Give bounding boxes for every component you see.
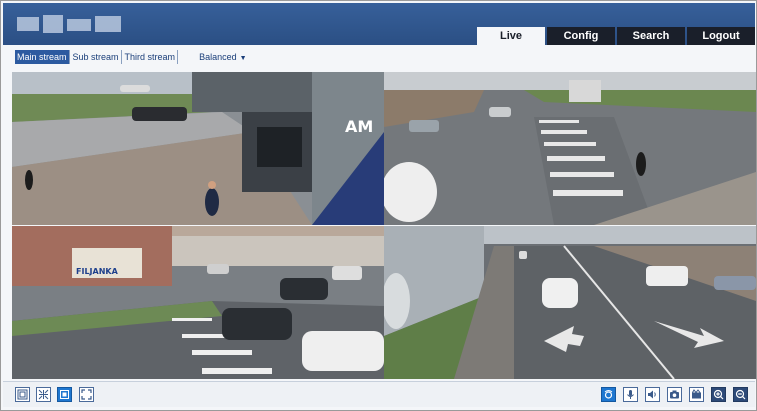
snapshot-icon[interactable]	[667, 387, 682, 402]
nvr-live-view: Live Config Search Logout Main stream Su…	[0, 0, 757, 411]
video-channel-3[interactable]: FILJANKA	[12, 226, 384, 379]
tab-search[interactable]: Search	[617, 27, 685, 45]
microphone-icon[interactable]	[623, 387, 638, 402]
brand-logo	[17, 13, 121, 35]
video-channel-4[interactable]	[384, 226, 756, 379]
speaker-icon[interactable]	[645, 387, 660, 402]
video-channel-1[interactable]: AM	[12, 72, 384, 225]
tab-config[interactable]: Config	[547, 27, 615, 45]
original-size-icon[interactable]	[57, 387, 72, 402]
main-stream-button[interactable]: Main stream	[15, 50, 70, 64]
quality-value: Balanced	[199, 52, 237, 62]
third-stream-button[interactable]: Third stream	[123, 50, 179, 64]
header: Live Config Search Logout	[3, 3, 755, 45]
record-icon[interactable]	[689, 387, 704, 402]
zoom-in-icon[interactable]	[711, 387, 726, 402]
quad-view-icon[interactable]	[36, 387, 51, 402]
sub-stream-button[interactable]: Sub stream	[71, 50, 122, 64]
zoom-out-icon[interactable]	[733, 387, 748, 402]
stream-active-icon[interactable]	[601, 387, 616, 402]
tab-live[interactable]: Live	[477, 27, 545, 45]
shop-sign-text: FILJANKA	[76, 267, 119, 276]
bottom-toolbar	[3, 381, 755, 407]
single-view-icon[interactable]	[15, 387, 30, 402]
chevron-down-icon: ▼	[239, 55, 247, 62]
sign-text: AM	[345, 117, 373, 136]
fullscreen-icon[interactable]	[79, 387, 94, 402]
stream-bar: Main stream Sub stream Third stream Bala…	[3, 45, 755, 69]
main-nav: Live Config Search Logout	[475, 27, 755, 45]
quality-dropdown[interactable]: Balanced ▼	[199, 52, 246, 62]
video-channel-2[interactable]	[384, 72, 756, 225]
tab-logout[interactable]: Logout	[687, 27, 755, 45]
